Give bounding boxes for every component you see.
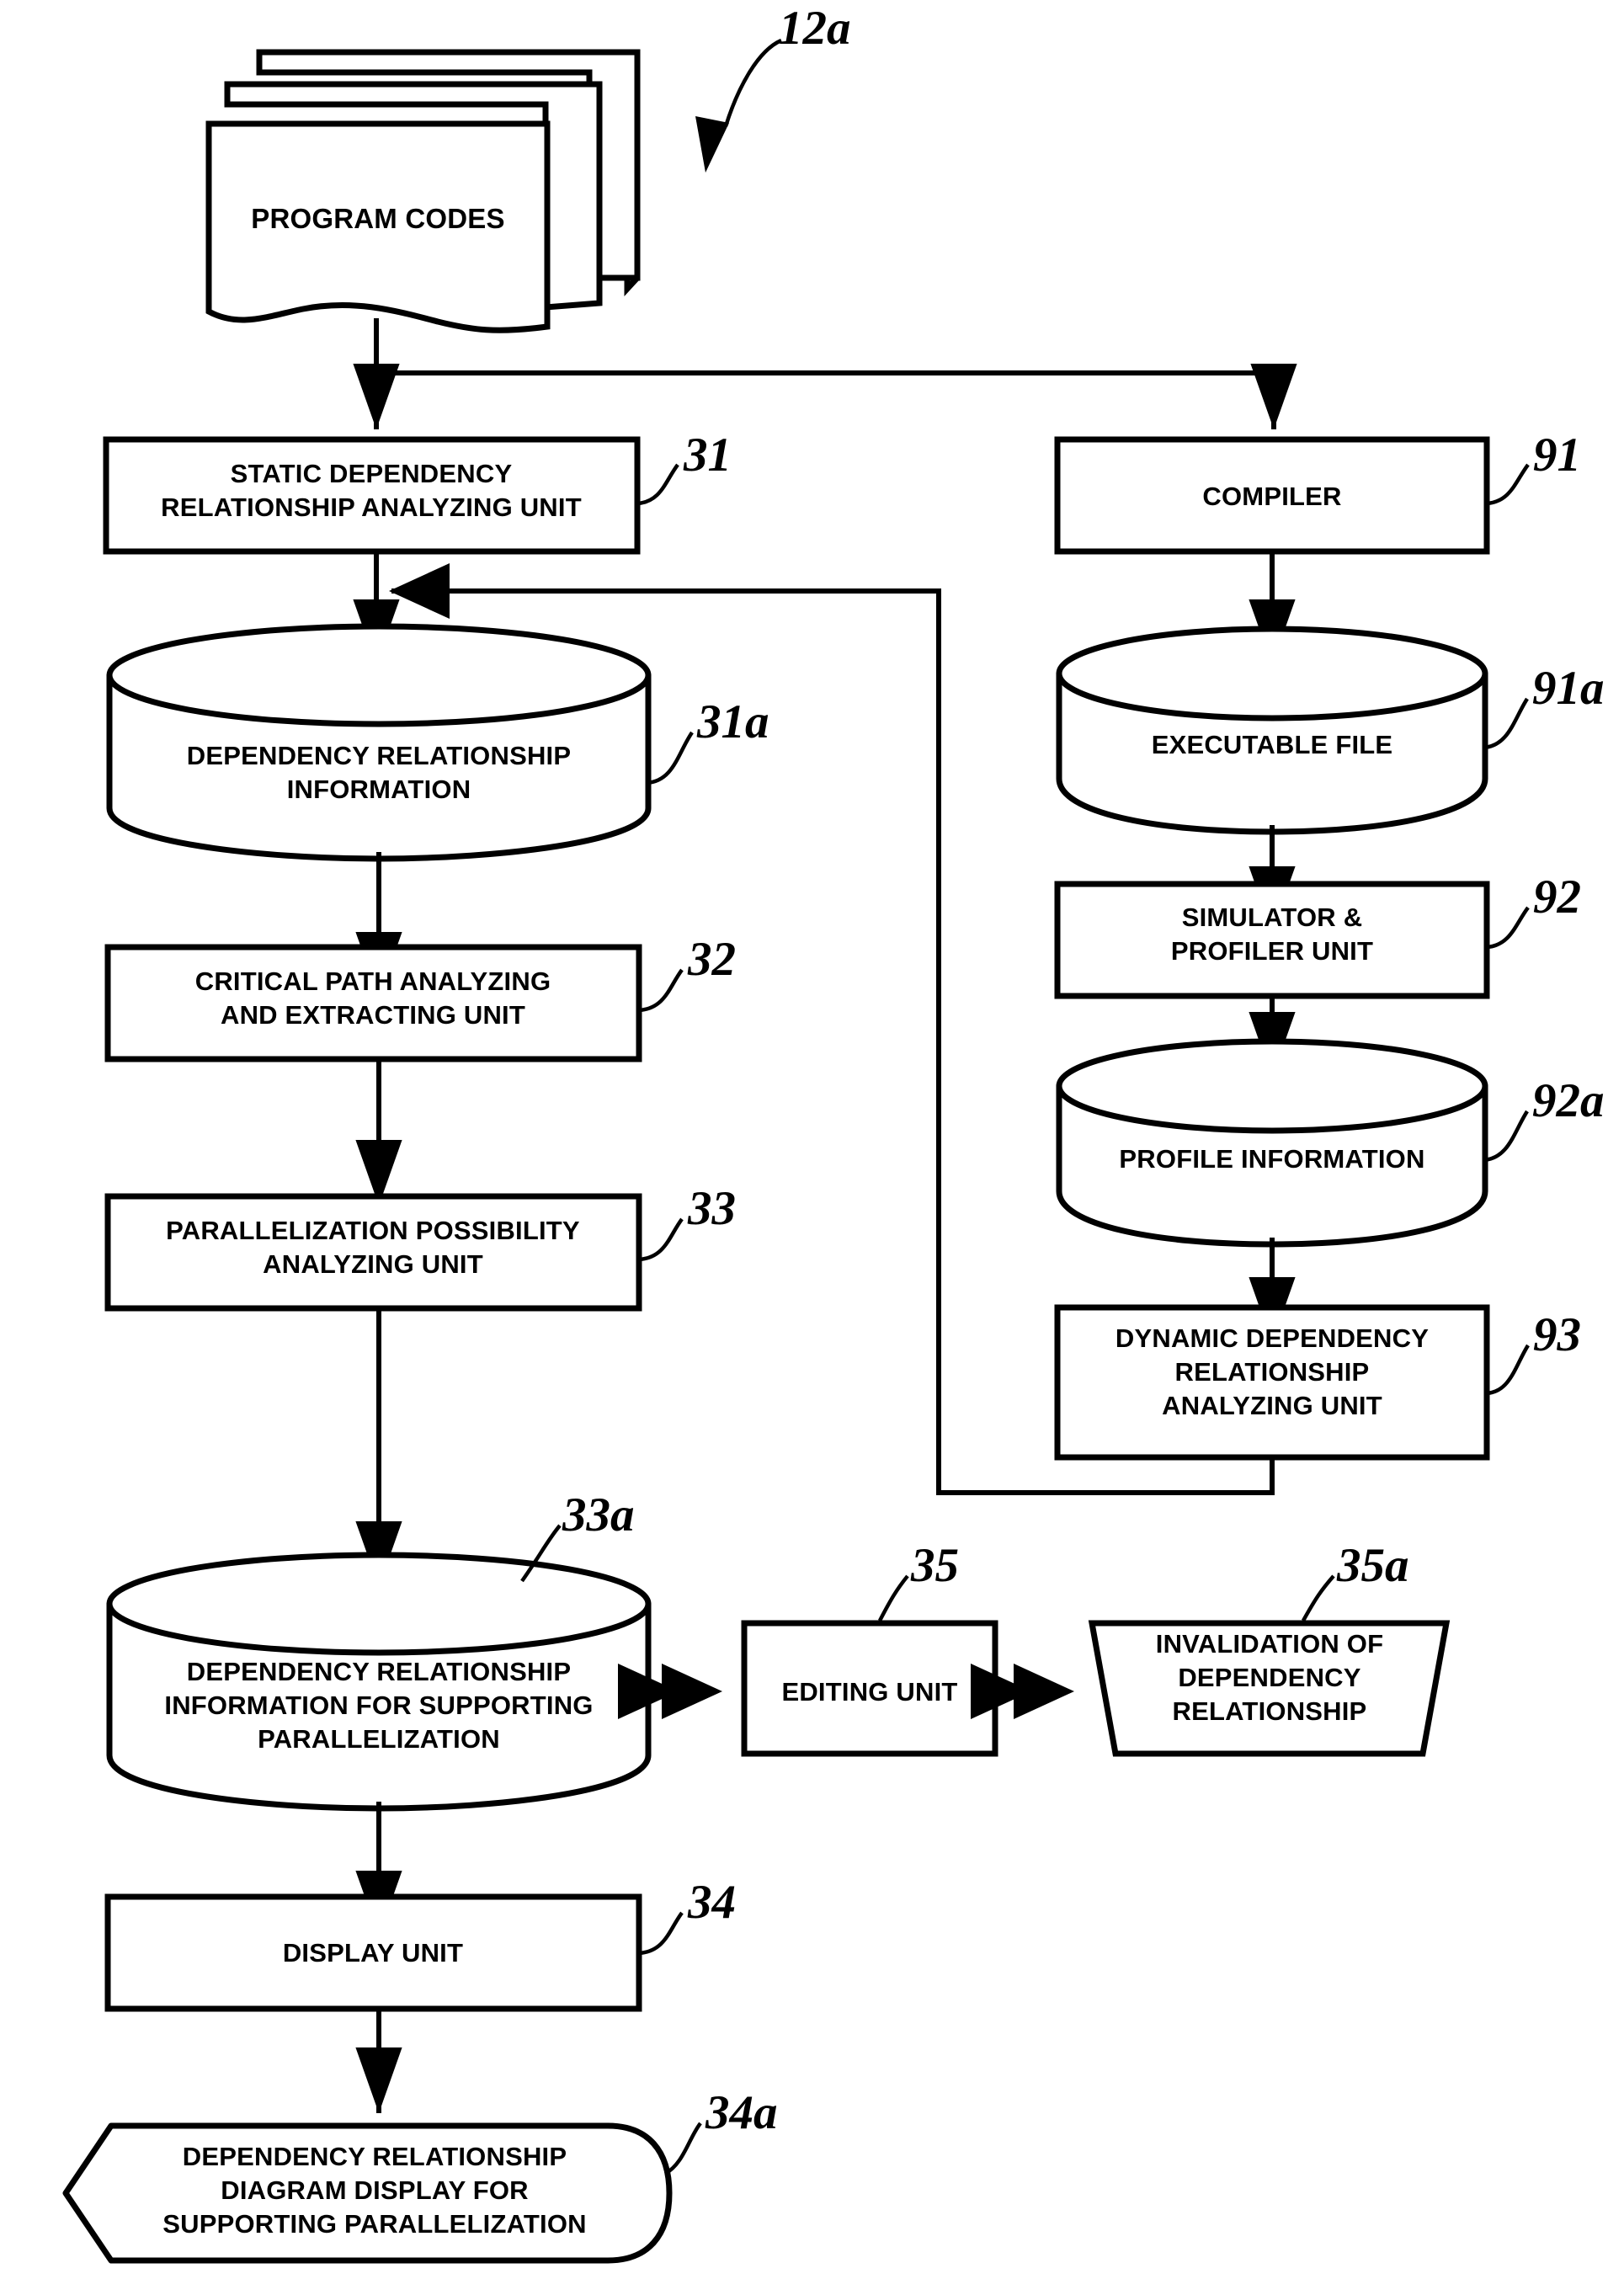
- ref-label-31a: 31a: [696, 695, 769, 748]
- parallelization-label-2: ANALYZING UNIT: [263, 1249, 483, 1279]
- profile-info-label: PROFILE INFORMATION: [1119, 1144, 1424, 1174]
- critical-path-label-2: AND EXTRACTING UNIT: [221, 1000, 525, 1030]
- node-parallelization-unit[interactable]: PARALLELIZATION POSSIBILITY ANALYZING UN…: [104, 1182, 736, 1312]
- parallelization-label-1: PARALLELIZATION POSSIBILITY: [166, 1216, 580, 1245]
- display-unit-label: DISPLAY UNIT: [283, 1938, 463, 1968]
- program-codes-label: PROGRAM CODES: [251, 203, 504, 234]
- connector-program-codes-fanout: [353, 318, 1297, 429]
- dep-info-label-2: INFORMATION: [287, 775, 471, 804]
- critical-path-label-1: CRITICAL PATH ANALYZING: [195, 966, 551, 996]
- node-dependency-diagram-display[interactable]: DEPENDENCY RELATIONSHIP DIAGRAM DISPLAY …: [62, 2086, 778, 2264]
- node-executable-file[interactable]: EXECUTABLE FILE 91a: [1056, 626, 1605, 835]
- ref-label-32: 32: [687, 933, 736, 986]
- node-dependency-relationship-information[interactable]: DEPENDENCY RELATIONSHIP INFORMATION 31a: [106, 623, 769, 862]
- node-editing-unit[interactable]: EDITING UNIT 35: [741, 1539, 998, 1757]
- dynamic-dep-label-1: DYNAMIC DEPENDENCY: [1116, 1323, 1429, 1353]
- dynamic-dep-label-2: RELATIONSHIP: [1175, 1357, 1370, 1387]
- dep-info-label-1: DEPENDENCY RELATIONSHIP: [187, 741, 571, 770]
- ref-label-91: 91: [1533, 429, 1581, 482]
- dep-diagram-label-3: SUPPORTING PARALLELIZATION: [162, 2209, 587, 2239]
- ref-label-35a: 35a: [1336, 1539, 1409, 1592]
- dep-info-support-label-3: PARALLELIZATION: [258, 1724, 500, 1754]
- ref-label-93: 93: [1533, 1308, 1581, 1361]
- static-dep-unit-label-1: STATIC DEPENDENCY: [231, 459, 513, 488]
- node-simulator-profiler-unit[interactable]: SIMULATOR & PROFILER UNIT 92: [1054, 871, 1581, 999]
- ref-label-33: 33: [687, 1182, 736, 1235]
- dep-info-support-label-2: INFORMATION FOR SUPPORTING: [164, 1691, 593, 1720]
- invalidation-label-3: RELATIONSHIP: [1173, 1696, 1367, 1726]
- executable-file-label: EXECUTABLE FILE: [1152, 730, 1393, 759]
- ref-label-33a: 33a: [562, 1488, 635, 1542]
- ref-label-34: 34: [687, 1876, 736, 1929]
- dep-info-support-label-1: DEPENDENCY RELATIONSHIP: [187, 1657, 571, 1686]
- node-display-unit[interactable]: DISPLAY UNIT 34: [104, 1876, 736, 2012]
- node-profile-information[interactable]: PROFILE INFORMATION 92a: [1056, 1038, 1605, 1248]
- node-dynamic-dependency-unit[interactable]: DYNAMIC DEPENDENCY RELATIONSHIP ANALYZIN…: [1054, 1304, 1581, 1461]
- invalidation-label-1: INVALIDATION OF: [1156, 1629, 1384, 1659]
- dynamic-dep-label-3: ANALYZING UNIT: [1162, 1391, 1382, 1420]
- ref-label-35: 35: [910, 1539, 959, 1592]
- compiler-label: COMPILER: [1202, 482, 1341, 511]
- static-dep-unit-label-2: RELATIONSHIP ANALYZING UNIT: [161, 493, 582, 522]
- ref-label-12a: 12a: [779, 2, 851, 55]
- node-program-codes[interactable]: PROGRAM CODES: [205, 49, 641, 333]
- node-static-dependency-unit[interactable]: STATIC DEPENDENCY RELATIONSHIP ANALYZING…: [103, 429, 732, 555]
- editing-unit-label: EDITING UNIT: [781, 1677, 957, 1707]
- patent-flow-diagram: 12a PROGRAM CODES STATIC DEPENDENCY RELA…: [0, 0, 1624, 2279]
- simulator-label-1: SIMULATOR &: [1182, 903, 1363, 932]
- node-invalidation-of-dependency-relationship[interactable]: INVALIDATION OF DEPENDENCY RELATIONSHIP …: [1088, 1539, 1451, 1757]
- node-compiler[interactable]: COMPILER 91: [1054, 429, 1581, 555]
- dep-diagram-label-2: DIAGRAM DISPLAY FOR: [221, 2175, 529, 2205]
- ref-label-92a: 92a: [1532, 1074, 1605, 1127]
- simulator-label-2: PROFILER UNIT: [1171, 936, 1373, 966]
- node-critical-path-unit[interactable]: CRITICAL PATH ANALYZING AND EXTRACTING U…: [104, 933, 736, 1062]
- ref-label-34a: 34a: [705, 2086, 778, 2139]
- invalidation-label-2: DEPENDENCY: [1178, 1663, 1360, 1692]
- flowchart-canvas: 12a PROGRAM CODES STATIC DEPENDENCY RELA…: [62, 2, 1605, 2264]
- ref-label-31: 31: [683, 429, 732, 482]
- ref-marker-12a: 12a: [695, 2, 851, 173]
- ref-label-91a: 91a: [1532, 662, 1605, 715]
- dep-diagram-label-1: DEPENDENCY RELATIONSHIP: [183, 2142, 567, 2171]
- ref-label-92: 92: [1533, 871, 1581, 924]
